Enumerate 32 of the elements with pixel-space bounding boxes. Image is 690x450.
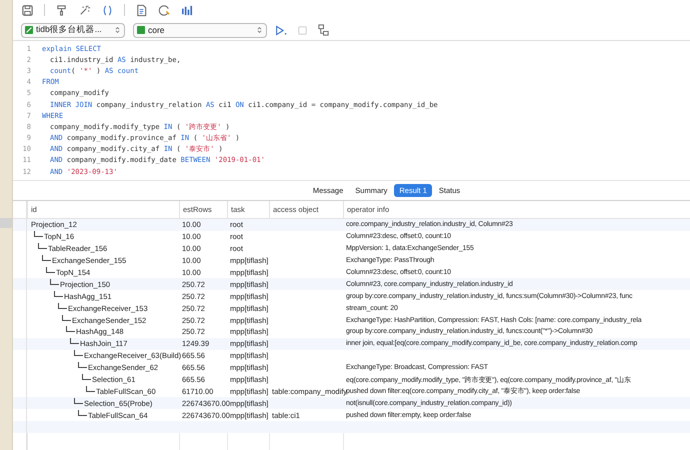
database-icon [137,26,145,34]
tree-line [74,398,83,404]
tree-line [34,231,43,238]
connection-select[interactable]: tidb很多台机器... [21,22,125,38]
tree-line [78,362,87,368]
tree-line [38,243,47,250]
document-icon[interactable] [135,4,148,16]
tree-line [82,374,91,380]
run-icon[interactable] [275,24,288,36]
tree-line [74,350,83,356]
database-select[interactable]: core [133,22,267,38]
tree-line [42,255,51,262]
save-icon[interactable] [21,4,34,16]
tree-line [50,278,59,285]
database-icon [25,26,33,34]
tree-line [78,410,87,416]
magic-wand-icon[interactable] [78,4,91,16]
tree-line [70,338,79,344]
tree-line [66,326,75,332]
chevron-updown-icon [257,26,262,34]
sidebar-selection [0,218,12,228]
bar-chart-icon[interactable] [181,4,194,16]
tree-line [62,314,71,321]
explain-plan-icon[interactable] [317,24,330,36]
history-icon[interactable] [158,4,171,16]
tree-line [54,290,63,297]
paint-roller-icon[interactable] [55,4,68,16]
parentheses-icon[interactable] [101,4,114,16]
tree-line [86,386,95,392]
chevron-updown-icon [115,26,120,34]
tree-line [46,267,55,273]
tree-line [58,302,67,309]
